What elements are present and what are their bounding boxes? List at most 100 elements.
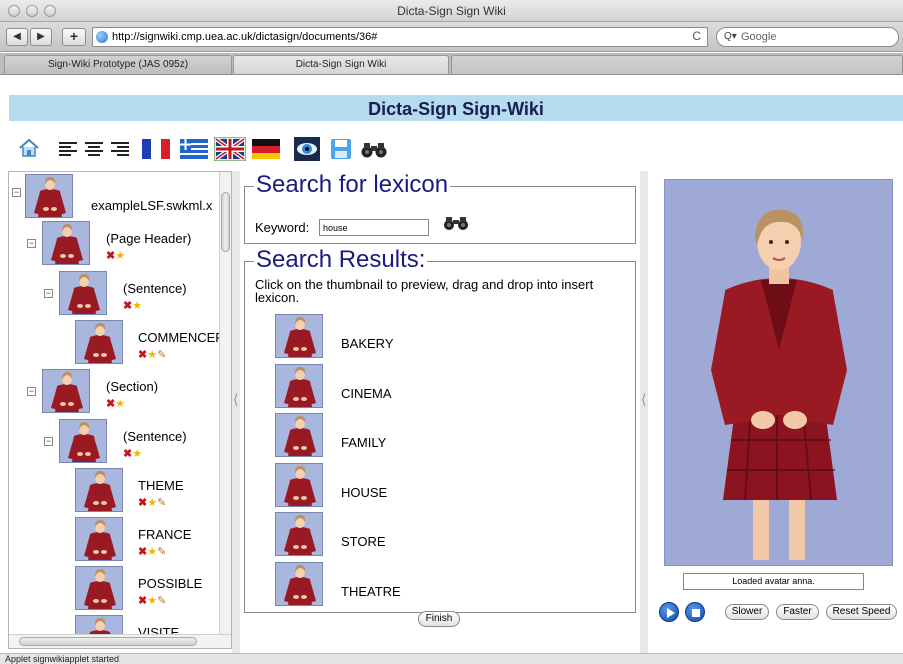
avatar-thumbnail[interactable] bbox=[42, 369, 90, 413]
edit-pencil-icon[interactable]: ✎ bbox=[157, 497, 166, 509]
search-result-item[interactable]: CINEMA bbox=[275, 363, 575, 412]
finish-button[interactable]: Finish bbox=[418, 611, 460, 627]
results-fieldset: Click on the thumbnail to preview, drag … bbox=[244, 261, 636, 613]
binoculars-icon[interactable] bbox=[360, 140, 388, 161]
scrollbar-thumb[interactable] bbox=[19, 637, 197, 646]
star-icon[interactable]: ★ bbox=[147, 595, 157, 607]
tree-node-label: (Sentence) bbox=[123, 429, 187, 444]
avatar-thumbnail[interactable] bbox=[59, 271, 107, 315]
star-icon[interactable]: ★ bbox=[132, 448, 142, 460]
search-field[interactable]: Q▾ Google bbox=[716, 27, 899, 47]
star-icon[interactable]: ★ bbox=[147, 497, 157, 509]
save-disk-icon[interactable] bbox=[330, 138, 352, 163]
result-thumbnail[interactable] bbox=[275, 512, 323, 556]
avatar-viewport[interactable] bbox=[664, 179, 893, 566]
eye-view-icon[interactable] bbox=[294, 137, 320, 164]
search-result-item[interactable]: THEATRE bbox=[275, 561, 575, 610]
result-thumbnail[interactable] bbox=[275, 462, 323, 507]
star-icon[interactable]: ★ bbox=[115, 250, 125, 262]
delete-icon[interactable]: ✖ bbox=[123, 448, 132, 460]
tab-sign-wiki-prototype[interactable]: Sign-Wiki Prototype (JAS 095z) bbox=[4, 55, 232, 74]
result-thumbnail[interactable] bbox=[275, 314, 323, 358]
delete-icon[interactable]: ✖ bbox=[138, 546, 147, 558]
delete-icon[interactable]: ✖ bbox=[138, 349, 147, 361]
document-tree-panel[interactable]: − exampleLSF.swkml.x − (Page Header) ✖★ − (Sen… bbox=[8, 171, 232, 649]
forward-button[interactable]: ▶ bbox=[30, 28, 52, 46]
search-result-item[interactable]: HOUSE bbox=[275, 462, 575, 511]
slower-button[interactable]: Slower bbox=[725, 604, 769, 620]
results-instructions: Click on the thumbnail to preview, drag … bbox=[255, 277, 594, 305]
home-icon[interactable] bbox=[18, 137, 40, 162]
flag-greece-icon[interactable] bbox=[180, 139, 208, 162]
search-result-item[interactable]: FAMILY bbox=[275, 413, 575, 461]
avatar-thumbnail[interactable] bbox=[75, 320, 123, 364]
star-icon[interactable]: ★ bbox=[147, 349, 157, 361]
result-label: BAKERY bbox=[341, 336, 394, 351]
result-label: HOUSE bbox=[341, 484, 388, 500]
delete-icon[interactable]: ✖ bbox=[138, 497, 147, 509]
play-button[interactable] bbox=[659, 602, 679, 622]
result-label: STORE bbox=[341, 534, 386, 549]
left-splitter[interactable]: ⟨ bbox=[232, 171, 240, 653]
node-actions: ✖★✎ bbox=[138, 545, 166, 558]
stop-button[interactable] bbox=[685, 602, 705, 622]
keyword-input[interactable] bbox=[319, 219, 429, 236]
right-splitter[interactable]: ⟨ bbox=[640, 171, 648, 653]
search-placeholder: Google bbox=[741, 31, 777, 43]
star-icon[interactable]: ★ bbox=[132, 300, 142, 312]
expander-toggle[interactable]: − bbox=[44, 437, 53, 446]
node-actions: ✖★ bbox=[106, 397, 125, 410]
star-icon[interactable]: ★ bbox=[115, 398, 125, 410]
site-globe-icon bbox=[96, 31, 108, 43]
delete-icon[interactable]: ✖ bbox=[138, 595, 147, 607]
expander-toggle[interactable]: − bbox=[27, 239, 36, 248]
reset-speed-button[interactable]: Reset Speed bbox=[826, 604, 897, 620]
address-bar[interactable]: http://signwiki.cmp.uea.ac.uk/dictasign/… bbox=[92, 27, 708, 47]
avatar-thumbnail[interactable] bbox=[25, 174, 73, 218]
avatar-thumbnail[interactable] bbox=[75, 468, 123, 512]
flag-france-icon[interactable] bbox=[142, 139, 170, 162]
node-actions: ✖★✎ bbox=[138, 348, 166, 361]
avatar-thumbnail[interactable] bbox=[75, 517, 123, 561]
plus-icon: + bbox=[69, 28, 79, 44]
delete-icon[interactable]: ✖ bbox=[123, 300, 132, 312]
tab-dicta-sign-wiki[interactable]: Dicta-Sign Sign Wiki bbox=[233, 55, 449, 74]
delete-icon[interactable]: ✖ bbox=[106, 398, 115, 410]
avatar-thumbnail[interactable] bbox=[75, 566, 123, 610]
expander-toggle[interactable]: − bbox=[27, 387, 36, 396]
flag-uk-icon[interactable] bbox=[213, 136, 247, 164]
expander-toggle[interactable]: − bbox=[12, 188, 21, 197]
align-right-icon[interactable] bbox=[110, 141, 130, 160]
avatar-thumbnail[interactable] bbox=[42, 221, 90, 265]
tree-vertical-scrollbar[interactable] bbox=[219, 172, 231, 634]
delete-icon[interactable]: ✖ bbox=[106, 250, 115, 262]
url-text: http://signwiki.cmp.uea.ac.uk/dictasign/… bbox=[112, 31, 378, 43]
node-actions: ✖★ bbox=[106, 249, 125, 262]
result-thumbnail[interactable] bbox=[275, 413, 323, 457]
flag-germany-icon[interactable] bbox=[252, 139, 280, 162]
add-bookmark-button[interactable]: + bbox=[62, 28, 86, 46]
search-heading: Search for lexicon bbox=[254, 171, 451, 199]
browser-status-bar: Applet signwikiapplet started bbox=[0, 653, 903, 664]
tree-horizontal-scrollbar[interactable] bbox=[9, 634, 231, 648]
binoculars-search-icon[interactable] bbox=[443, 215, 469, 234]
expander-toggle[interactable]: − bbox=[44, 289, 53, 298]
reload-icon[interactable]: C bbox=[692, 29, 701, 43]
align-center-icon[interactable] bbox=[84, 141, 104, 160]
result-thumbnail[interactable] bbox=[275, 363, 323, 408]
play-icon bbox=[667, 608, 675, 618]
edit-pencil-icon[interactable]: ✎ bbox=[157, 349, 166, 361]
node-actions: ✖★✎ bbox=[138, 496, 166, 509]
avatar-thumbnail[interactable] bbox=[59, 419, 107, 463]
edit-pencil-icon[interactable]: ✎ bbox=[157, 546, 166, 558]
search-result-item[interactable]: BAKERY bbox=[275, 314, 575, 362]
star-icon[interactable]: ★ bbox=[147, 546, 157, 558]
result-thumbnail[interactable] bbox=[275, 561, 323, 606]
stop-icon bbox=[692, 609, 700, 617]
back-button[interactable]: ◀ bbox=[6, 28, 28, 46]
align-left-icon[interactable] bbox=[58, 141, 78, 160]
faster-button[interactable]: Faster bbox=[776, 604, 819, 620]
scrollbar-thumb[interactable] bbox=[221, 192, 230, 252]
search-result-item[interactable]: STORE bbox=[275, 512, 575, 560]
edit-pencil-icon[interactable]: ✎ bbox=[157, 595, 166, 607]
